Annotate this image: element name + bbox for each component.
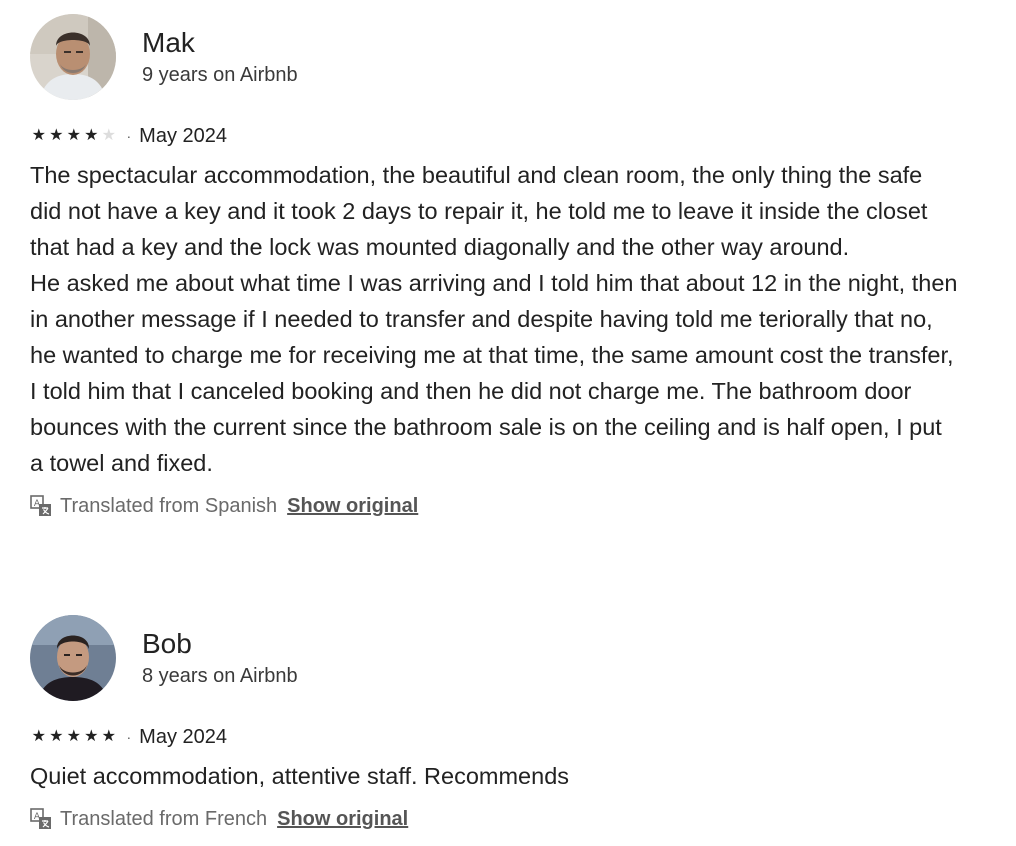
star-icon: ★ <box>31 728 46 745</box>
translate-icon: A <box>30 808 52 830</box>
star-icon: ★ <box>31 127 46 144</box>
show-original-link[interactable]: Show original <box>287 495 418 518</box>
review-paragraph: Quiet accommodation, attentive staff. Re… <box>30 763 570 789</box>
review-paragraph: The spectacular accommodation, the beaut… <box>30 162 928 260</box>
translation-note: Translated from French <box>60 807 268 830</box>
star-icon: ★ <box>49 127 64 144</box>
review-text: The spectacular accommodation, the beaut… <box>30 157 960 481</box>
review-meta: ★ ★ ★ ★ ★ · May 2024 <box>30 722 960 752</box>
review-date: May 2024 <box>139 125 228 147</box>
reviewer-tenure: 8 years on Airbnb <box>142 665 298 687</box>
reviewer-tenure: 9 years on Airbnb <box>142 64 298 86</box>
star-icon: ★ <box>101 127 116 144</box>
star-icon: ★ <box>66 728 81 745</box>
translation-row: A Translated from French Show original <box>30 804 960 834</box>
review-meta: ★ ★ ★ ★ ★ · May 2024 <box>30 121 960 151</box>
review-text: Quiet accommodation, attentive staff. Re… <box>30 758 960 794</box>
reviewer-avatar[interactable] <box>30 14 116 100</box>
star-rating: ★ ★ ★ ★ ★ <box>30 728 118 746</box>
reviewer-avatar[interactable] <box>30 615 116 701</box>
review-card: Mak 9 years on Airbnb ★ ★ ★ ★ ★ · May 2024 T… <box>30 14 960 521</box>
star-icon: ★ <box>66 127 81 144</box>
reviewer-name[interactable]: Mak <box>142 26 298 60</box>
translation-row: A Translated from Spanish Show original <box>30 491 960 521</box>
review-card: Bob 8 years on Airbnb ★ ★ ★ ★ ★ · May 2024 Q… <box>30 615 960 834</box>
star-icon: ★ <box>84 728 99 745</box>
reviewer-info: Mak 9 years on Airbnb <box>142 26 298 88</box>
star-rating: ★ ★ ★ ★ ★ <box>30 127 118 145</box>
reviewer-info: Bob 8 years on Airbnb <box>142 627 298 689</box>
translate-icon: A <box>30 495 52 517</box>
star-icon: ★ <box>49 728 64 745</box>
star-icon: ★ <box>84 127 99 144</box>
reviewer-name[interactable]: Bob <box>142 627 298 661</box>
review-header: Mak 9 years on Airbnb <box>30 14 960 100</box>
meta-separator: · <box>126 128 132 144</box>
translation-note: Translated from Spanish <box>60 494 278 517</box>
meta-separator: · <box>126 729 132 745</box>
review-header: Bob 8 years on Airbnb <box>30 615 960 701</box>
review-date: May 2024 <box>139 726 228 748</box>
star-icon: ★ <box>101 728 116 745</box>
review-paragraph: He asked me about what time I was arrivi… <box>30 270 958 476</box>
show-original-link[interactable]: Show original <box>277 808 408 831</box>
